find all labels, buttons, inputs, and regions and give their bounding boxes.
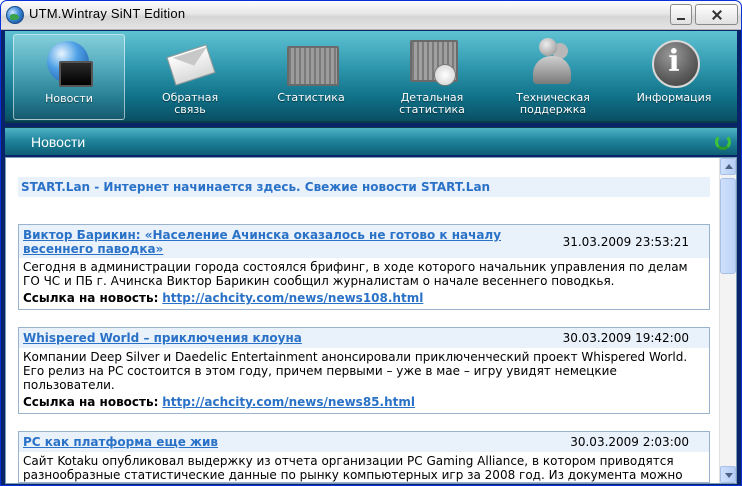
news-item: Виктор Барикин: «Население Ачинска оказа… (18, 224, 710, 310)
news-item-link-row: Ссылка на новость: http://achcity.com/ne… (19, 288, 709, 309)
news-item-title[interactable]: PC как платформа еще жив (23, 435, 523, 449)
news-item: Whispered World – приключения клоуна 30.… (18, 327, 710, 414)
app-globe-icon (6, 6, 24, 24)
scrollbar-thumb[interactable] (720, 178, 736, 274)
news-item-header: Виктор Барикин: «Население Ачинска оказа… (19, 225, 709, 258)
scroll-down-arrow-icon[interactable] (720, 466, 736, 483)
scroll-up-arrow-icon[interactable] (720, 158, 736, 175)
news-item-body: Сегодня в администрации города состоялся… (23, 260, 688, 288)
news-item-date: 31.03.2009 23:53:21 (562, 234, 689, 249)
news-item-date: 30.03.2009 2:03:00 (570, 435, 689, 449)
news-item: PC как платформа еще жив 30.03.2009 2:03… (18, 431, 710, 483)
close-button[interactable] (695, 4, 738, 25)
news-item-header: Whispered World – приключения клоуна 30.… (19, 328, 709, 348)
section-header: Новости (5, 127, 737, 155)
news-item-body: Компании Deep Silver и Daedelic Entertai… (23, 350, 688, 392)
detailed-statistics-icon (406, 38, 458, 86)
toolbar-button-feedback[interactable]: Обратная связь (134, 34, 246, 120)
news-content: START.Lan - Интернет начинается здесь. С… (5, 157, 737, 484)
toolbar-button-news[interactable]: Новости (13, 34, 125, 120)
news-item-date: 30.03.2009 19:42:00 (562, 331, 689, 345)
toolbar-button-detailed-statistics[interactable]: Детальная статистика (376, 34, 488, 120)
support-icon (527, 38, 579, 86)
minimize-button[interactable] (670, 4, 692, 25)
news-item-header: PC как платформа еще жив 30.03.2009 2:03… (19, 432, 709, 452)
news-item-body: Сайт Kotaku опубликовал выдержку из отче… (23, 454, 683, 482)
news-item-title[interactable]: Виктор Барикин: «Население Ачинска оказа… (23, 228, 523, 256)
news-item-link[interactable]: http://achcity.com/news/news108.html (162, 291, 423, 305)
toolbar-button-statistics[interactable]: Статистика (255, 34, 367, 120)
news-item-link-label: Ссылка на новость: (23, 395, 159, 409)
toolbar-label-info: Информация (636, 91, 712, 104)
toolbar-label-feedback: Обратная связь (161, 91, 219, 116)
toolbar-label-detailed-statistics: Детальная статистика (399, 91, 465, 116)
section-title: Новости (31, 134, 86, 150)
refresh-icon[interactable] (715, 134, 731, 150)
feed-title[interactable]: START.Lan - Интернет начинается здесь. С… (18, 177, 710, 197)
window-title: UTM.Wintray SiNT Edition (29, 6, 186, 21)
news-item-link-row: Ссылка на новость: http://achcity.com/ne… (19, 392, 709, 413)
toolbar-button-support[interactable]: Техническая поддержка (497, 34, 609, 120)
app-window: UTM.Wintray SiNT Edition Новости Обратна… (0, 0, 742, 486)
news-item-link[interactable]: http://achcity.com/news/news85.html (162, 395, 415, 409)
info-icon (648, 38, 700, 88)
toolbar-button-info[interactable]: Информация (618, 34, 730, 120)
globe-computer-icon (43, 39, 95, 87)
title-bar[interactable]: UTM.Wintray SiNT Edition (1, 1, 741, 30)
news-item-link-label: Ссылка на новость: (23, 291, 159, 305)
envelope-icon (164, 38, 216, 86)
news-item-title[interactable]: Whispered World – приключения клоуна (23, 331, 523, 345)
toolbar-label-news: Новости (45, 92, 93, 105)
toolbar-label-statistics: Статистика (277, 91, 345, 104)
vertical-scrollbar[interactable] (719, 158, 736, 483)
toolbar-label-support: Техническая поддержка (516, 91, 590, 116)
statistics-icon (285, 38, 339, 86)
main-toolbar: Новости Обратная связь Статистика Деталь… (5, 31, 737, 123)
